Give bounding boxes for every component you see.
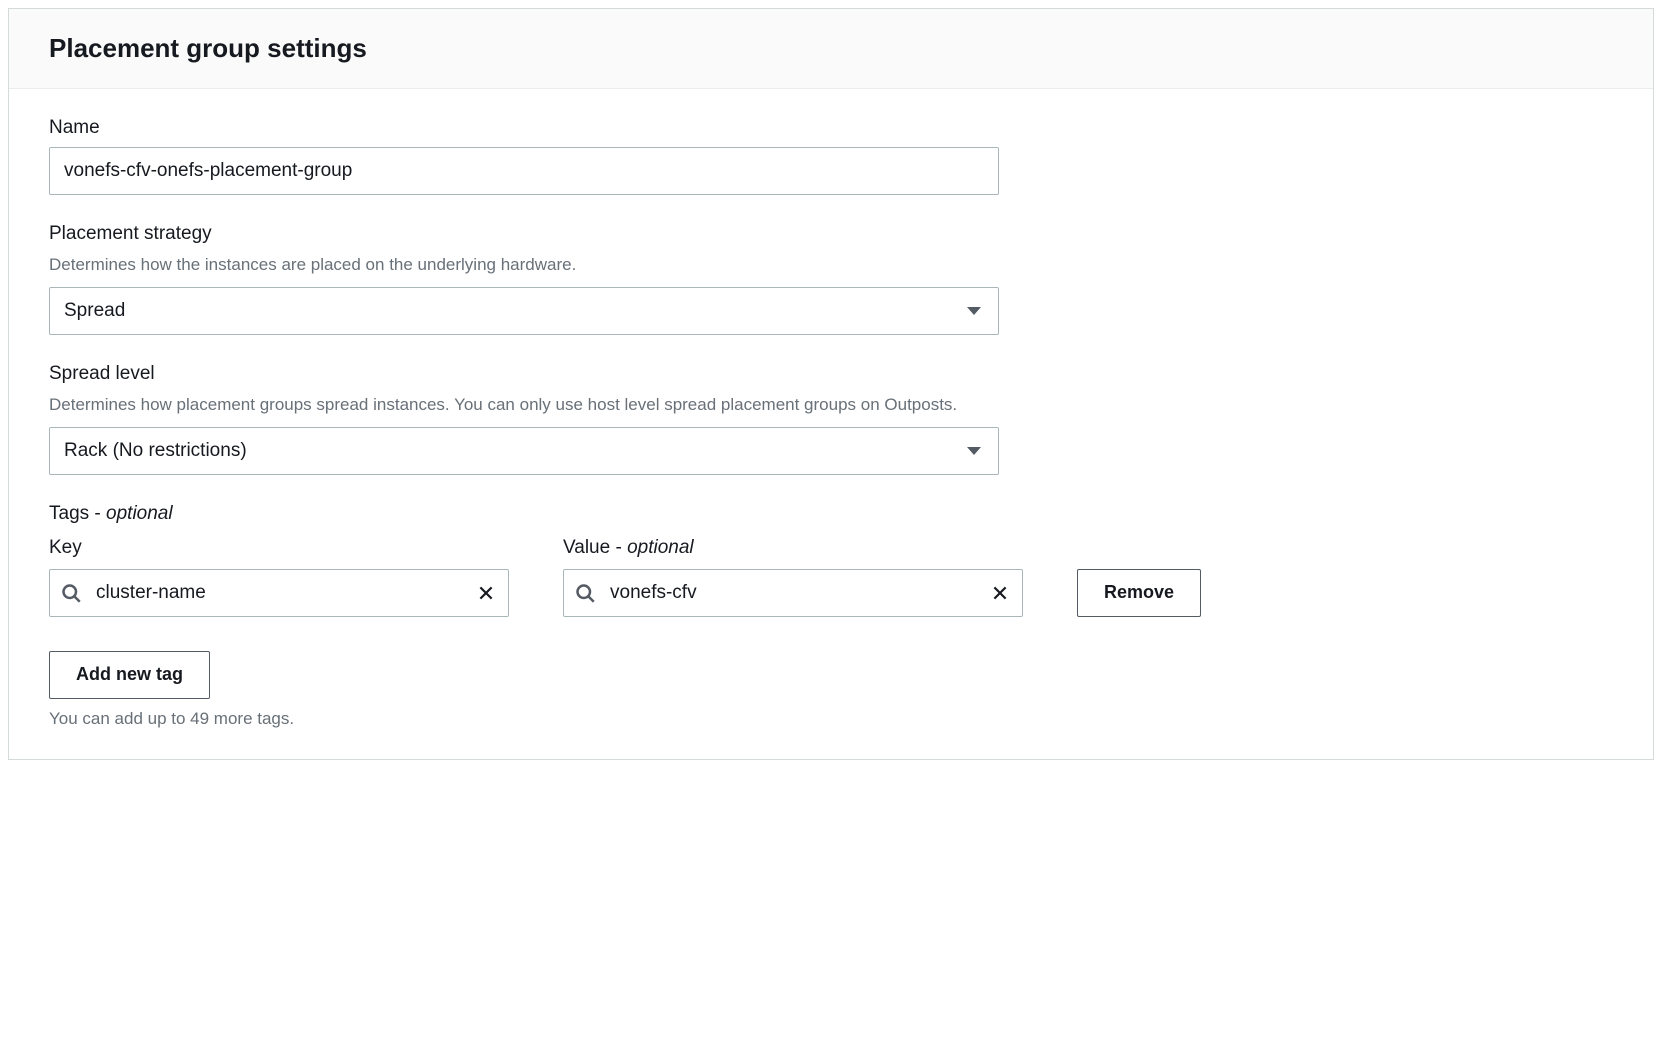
search-icon (575, 583, 595, 603)
close-icon (477, 584, 495, 602)
search-icon (61, 583, 81, 603)
tag-limit-text: You can add up to 49 more tags. (49, 709, 1613, 729)
name-input[interactable] (49, 147, 999, 195)
tag-key-header: Key (49, 537, 509, 559)
remove-tag-button[interactable]: Remove (1077, 569, 1201, 617)
tag-value-header: Value - optional (563, 537, 1023, 559)
close-icon (991, 584, 1009, 602)
add-tag-section: Add new tag You can add up to 49 more ta… (49, 645, 1613, 729)
tag-key-clear-button[interactable] (471, 578, 501, 608)
name-label: Name (49, 117, 1613, 139)
panel-title: Placement group settings (49, 33, 1613, 64)
tags-group: Tags - optional Key (49, 503, 1613, 617)
strategy-group: Placement strategy Determines how the in… (49, 223, 1613, 335)
tags-optional-text: optional (106, 503, 173, 524)
tag-value-clear-button[interactable] (985, 578, 1015, 608)
tag-key-search-wrap (49, 569, 509, 617)
tag-value-label-text: Value - (563, 537, 627, 558)
spread-level-select[interactable]: Rack (No restrictions) (49, 427, 999, 475)
tag-value-optional-text: optional (627, 537, 694, 558)
spread-level-group: Spread level Determines how placement gr… (49, 363, 1613, 475)
add-new-tag-button[interactable]: Add new tag (49, 651, 210, 699)
strategy-hint: Determines how the instances are placed … (49, 253, 1613, 277)
panel-body: Name Placement strategy Determines how t… (9, 89, 1653, 759)
strategy-select[interactable]: Spread (49, 287, 999, 335)
tag-row: Key (49, 537, 1199, 617)
spread-level-hint: Determines how placement groups spread i… (49, 393, 1613, 417)
tag-key-input[interactable] (49, 569, 509, 617)
name-group: Name (49, 117, 1613, 195)
tags-section-label: Tags - optional (49, 503, 1613, 525)
tag-remove-col: Remove (1077, 569, 1201, 617)
tag-value-search-wrap (563, 569, 1023, 617)
spread-level-label: Spread level (49, 363, 1613, 385)
strategy-label: Placement strategy (49, 223, 1613, 245)
tag-value-col: Value - optional (563, 537, 1023, 617)
tags-section-text: Tags - (49, 503, 106, 524)
strategy-select-wrap: Spread (49, 287, 999, 335)
panel-header: Placement group settings (9, 9, 1653, 89)
tag-value-input[interactable] (563, 569, 1023, 617)
placement-group-panel: Placement group settings Name Placement … (8, 8, 1654, 760)
spread-level-select-wrap: Rack (No restrictions) (49, 427, 999, 475)
tag-key-col: Key (49, 537, 509, 617)
